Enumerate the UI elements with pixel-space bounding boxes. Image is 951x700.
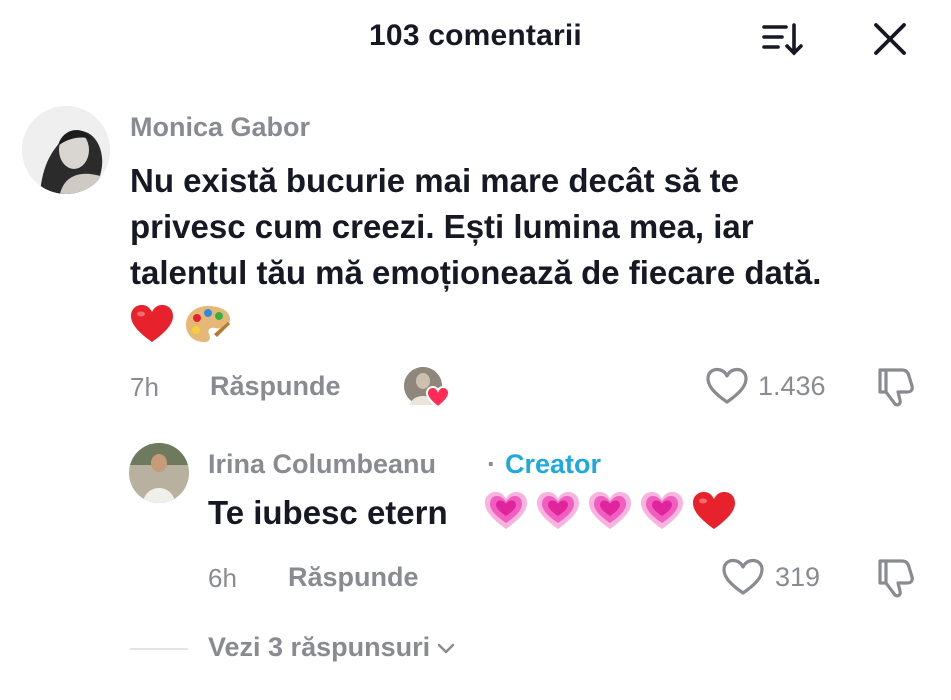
comment-text-line: talentul tău mă emoționează de fiecare d… [130,254,822,291]
reply-time: 6h [208,563,237,593]
growing-heart-emoji [485,492,527,529]
reply-username[interactable]: Irina Columbeanu [208,449,436,480]
comment-text-line: Nu există bucurie mai mare decât să te [130,162,739,199]
comments-panel: 103 comentarii Monica Gabor Nu există bu… [0,0,951,700]
reply-avatar[interactable] [129,443,189,503]
like-button[interactable] [706,367,748,410]
reply-dislike-button[interactable] [874,557,916,604]
close-icon [874,23,906,55]
comment-text: Nu există bucurie mai mare decât să te p… [130,158,920,296]
close-button[interactable] [864,16,916,62]
red-heart-emoji [131,305,173,342]
growing-heart-emoji [589,492,631,529]
view-replies-label: Vezi 3 răspunsuri [208,632,431,662]
name-separator: · [487,449,496,479]
comments-count-title: 103 comentarii [369,19,582,52]
replies-divider [130,648,188,650]
reply-like-count: 319 [775,562,821,592]
reply-text: Te iubesc etern [208,494,448,531]
view-replies-button[interactable]: Vezi 3 răspunsuri [208,632,456,663]
user-photo-icon [22,106,110,194]
chevron-down-icon [437,643,455,653]
growing-heart-emoji [537,492,579,529]
liked-by-creator-heart-icon [426,386,450,408]
comment-time: 7h [130,372,159,402]
reply-like-button[interactable] [722,558,764,601]
heart-outline-icon [706,367,748,404]
sort-icon [762,23,803,56]
comment-text-line: privesc cum creezi. Ești lumina mea, iar [130,208,754,245]
sort-button[interactable] [756,16,808,62]
reply-reply-button[interactable]: Răspunde [288,562,419,593]
heart-outline-icon [722,558,764,595]
growing-heart-emoji [641,492,683,529]
user-photo-icon [129,443,189,503]
thumbs-down-icon [878,368,914,407]
comment-emojis [130,304,232,344]
like-count: 1.436 [758,371,826,401]
red-heart-emoji [693,492,735,529]
creator-badge: Creator [505,449,602,479]
thumbs-down-icon [878,559,914,598]
reply-button[interactable]: Răspunde [210,371,341,402]
artist-palette-emoji [186,306,230,342]
reply-emojis [484,491,736,531]
dislike-button[interactable] [874,366,916,413]
avatar[interactable] [22,106,110,194]
comment-username[interactable]: Monica Gabor [130,112,310,143]
